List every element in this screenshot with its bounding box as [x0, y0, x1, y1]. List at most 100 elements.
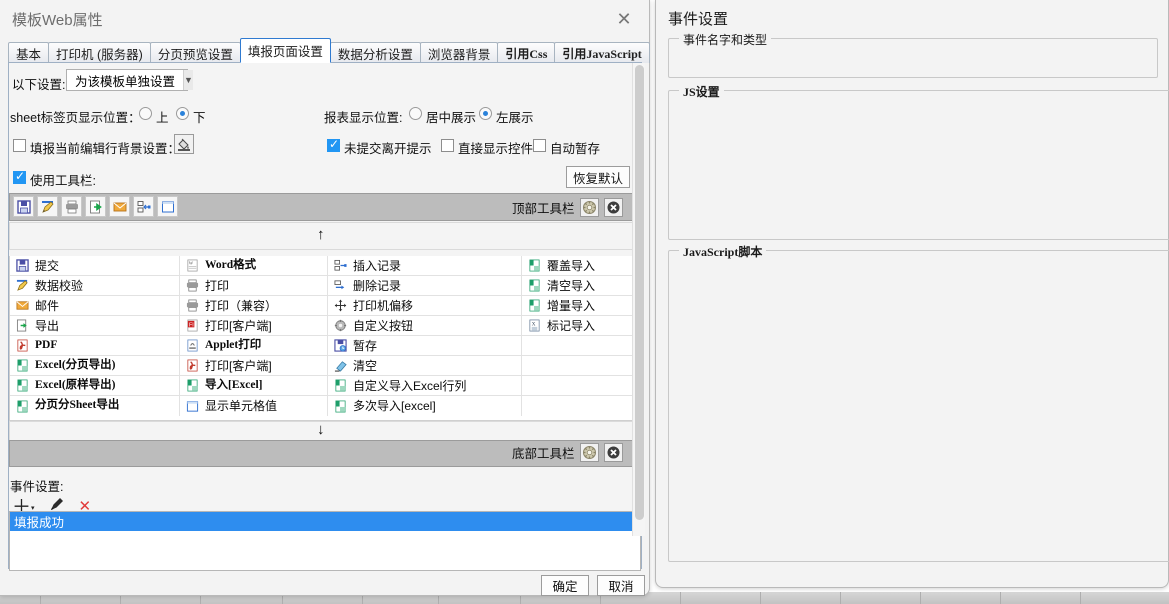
tab-reference-javascript[interactable]: 引用JavaScript [554, 42, 650, 63]
js-settings-group: JS设置 [668, 83, 1169, 240]
eraser-icon [332, 358, 348, 374]
tab-label: 基本 [16, 47, 42, 62]
grid-item-label: 自定义导入Excel行列 [353, 378, 467, 393]
edit-pencil-icon[interactable] [37, 196, 58, 217]
checkbox-direct-show-widget[interactable] [441, 139, 454, 152]
grid-item[interactable]: 打印（兼容） [180, 296, 328, 316]
scrollbar-thumb[interactable] [635, 65, 644, 520]
move-up-zone[interactable] [9, 222, 641, 250]
grid-item[interactable]: X 标记导入 [522, 316, 642, 336]
grid-item[interactable]: 覆盖导入 [522, 256, 642, 276]
excel-icon [184, 378, 200, 394]
tab-printer-server[interactable]: 打印机 (服务器) [48, 42, 151, 63]
paint-bucket-icon[interactable] [174, 134, 194, 154]
grid-item-label: 删除记录 [353, 278, 402, 293]
excel-icon [14, 398, 30, 414]
checkbox-unsubmitted-leave-prompt[interactable] [327, 138, 340, 152]
grid-item[interactable]: W Word格式 [180, 256, 328, 276]
remove-circle-icon[interactable] [603, 198, 623, 217]
export-icon[interactable] [85, 196, 106, 217]
grid-item[interactable]: 打印机偏移 [328, 296, 522, 316]
grid-item[interactable]: Fl 打印[客户端] [180, 316, 328, 336]
settings-scope-dropdown[interactable]: 为该模板单独设置 ▼ [66, 69, 193, 91]
grid-item[interactable]: 增量导入 [522, 296, 642, 316]
blank-page-icon[interactable] [157, 196, 178, 217]
save-icon[interactable] [13, 196, 34, 217]
top-toolbar-label: 顶部工具栏 [512, 202, 575, 216]
arrow-down-icon[interactable]: ↓ [317, 421, 325, 438]
grid-item[interactable]: 暂存 [328, 336, 522, 356]
grid-item[interactable]: 多次导入[excel] [328, 396, 522, 416]
close-icon[interactable]: ✕ [609, 6, 639, 32]
grid-item[interactable]: 自定义按钮 [328, 316, 522, 336]
grid-item[interactable]: 打印 [180, 276, 328, 296]
grid-item[interactable]: Applet打印 [180, 336, 328, 356]
tab-fill-page-settings[interactable]: 填报页面设置 [239, 38, 331, 63]
excel-icon [526, 298, 542, 314]
grid-item-label: 插入记录 [353, 258, 402, 273]
arrow-up-icon[interactable]: ↑ [317, 226, 325, 243]
tab-basic[interactable]: 基本 [8, 42, 50, 63]
grid-item-label: 自定义按钮 [353, 318, 414, 333]
grid-item[interactable]: 显示单元格值 [180, 396, 328, 416]
excel-icon [526, 258, 542, 274]
radio-sheet-bottom[interactable] [176, 107, 189, 120]
dialog-vertical-scrollbar[interactable] [632, 63, 645, 536]
radio-sheet-bottom-label: 下 [193, 111, 206, 125]
grid-item-label: 打印机偏移 [353, 298, 414, 313]
tab-label: 分页预览设置 [157, 47, 233, 62]
event-list[interactable]: 填报成功 [9, 511, 642, 571]
gear-icon[interactable] [579, 198, 599, 217]
checkbox-edit-row-background[interactable] [13, 139, 26, 152]
radio-report-center[interactable] [409, 107, 422, 120]
insert-record-icon[interactable] [133, 196, 154, 217]
tab-page-preview[interactable]: 分页预览设置 [149, 42, 241, 63]
checkbox-direct-show-widget-label: 直接显示控件 [458, 142, 534, 156]
grid-item-label: 分页分Sheet导出 [35, 399, 120, 412]
grid-item-label: Excel(分页导出) [35, 358, 116, 371]
gear-icon[interactable] [579, 443, 599, 462]
radio-report-left-label: 左展示 [496, 111, 534, 125]
grid-item[interactable]: PDF [10, 336, 180, 356]
grid-item[interactable]: 插入记录 [328, 256, 522, 276]
grid-item-label: 打印[客户端] [205, 318, 272, 333]
cancel-button[interactable]: 取消 [597, 575, 645, 596]
restore-default-button[interactable]: 恢复默认 [566, 166, 630, 188]
mail-icon[interactable] [109, 196, 130, 217]
tab-label: 数据分析设置 [337, 47, 413, 62]
list-item[interactable]: 填报成功 [10, 512, 642, 531]
grid-item[interactable]: 分页分Sheet导出 [10, 396, 180, 416]
tab-data-analysis[interactable]: 数据分析设置 [329, 42, 421, 63]
export-icon [14, 318, 30, 334]
grid-item[interactable]: 清空 [328, 356, 522, 376]
grid-item[interactable]: 清空导入 [522, 276, 642, 296]
grid-item[interactable]: 打印[客户端] [180, 356, 328, 376]
grid-item-label: 打印[客户端] [205, 358, 272, 373]
grid-item[interactable]: Excel(原样导出) [10, 376, 180, 396]
checkbox-use-toolbar[interactable] [13, 170, 26, 184]
checkbox-auto-temp-save[interactable] [533, 139, 546, 152]
remove-circle-icon[interactable] [603, 443, 623, 462]
grid-item[interactable]: 删除记录 [328, 276, 522, 296]
grid-item-label: 增量导入 [547, 298, 596, 313]
tab-browser-background[interactable]: 浏览器背景 [419, 42, 499, 63]
radio-report-left[interactable] [479, 107, 492, 120]
print-icon[interactable] [61, 196, 82, 217]
grid-item[interactable]: 导入[Excel] [180, 376, 328, 396]
blank-page-icon [184, 398, 200, 414]
ok-button[interactable]: 确定 [541, 575, 589, 596]
settings-scope-value: 为该模板单独设置 [75, 74, 176, 89]
tab-reference-css[interactable]: 引用Css [497, 42, 556, 63]
grid-item[interactable]: Excel(分页导出) [10, 356, 180, 376]
grid-item[interactable]: 邮件 [10, 296, 180, 316]
screen: 模板Web属性 ✕ 基本 打印机 (服务器) 分页预览设置 填报页面设置 数据分… [0, 0, 1169, 604]
grid-item[interactable]: 提交 [10, 256, 180, 276]
grid-item[interactable]: 导出 [10, 316, 180, 336]
radio-sheet-top[interactable] [139, 107, 152, 120]
excel-icon [332, 378, 348, 394]
pdf-icon [184, 358, 200, 374]
grid-item[interactable]: 数据校验 [10, 276, 180, 296]
top-toolbar-icons [13, 196, 181, 217]
group-legend: JavaScript脚本 [679, 243, 767, 260]
grid-item[interactable]: 自定义导入Excel行列 [328, 376, 522, 396]
